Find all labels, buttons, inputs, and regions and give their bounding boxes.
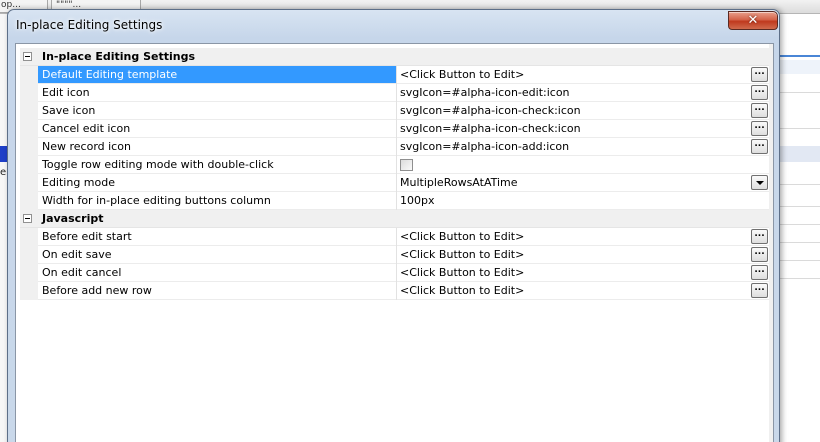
background-right-panel [780,14,820,442]
property-row-cancel-edit-icon[interactable]: Cancel edit icon svgIcon=#alpha-icon-chec… [20,120,769,138]
double-click-toggle-checkbox[interactable] [400,159,413,171]
property-value[interactable]: svgIcon=#alpha-icon-add:icon [400,138,740,155]
dialog-client-area: In-place Editing Settings Default Editing… [15,43,774,442]
property-row-on-edit-save[interactable]: On edit save <Click Button to Edit>... [20,246,769,264]
background-right-line [780,242,820,243]
background-right-line [780,92,820,93]
property-grid: In-place Editing Settings Default Editing… [20,48,769,300]
ellipsis-button[interactable]: ... [751,103,768,118]
column-divider[interactable] [396,66,397,84]
background-right-row [780,146,820,162]
column-divider[interactable] [396,156,397,174]
close-button[interactable]: ✕ [728,11,778,30]
ellipsis-button[interactable]: ... [751,283,768,298]
dialog-titlebar[interactable]: In-place Editing Settings ✕ [8,10,779,38]
property-row-save-icon[interactable]: Save icon svgIcon=#alpha-icon-check:icon.… [20,102,769,120]
property-value[interactable]: <Click Button to Edit> [400,66,740,83]
row-gutter [20,246,38,264]
row-gutter [20,66,38,84]
property-row-editing-mode[interactable]: Editing mode MultipleRowsAtATime [20,174,769,192]
ellipsis-button[interactable]: ... [751,139,768,154]
column-divider[interactable] [396,246,397,264]
background-right-line [780,224,820,225]
property-value[interactable]: MultipleRowsAtATime [400,174,740,191]
property-value[interactable]: svgIcon=#alpha-icon-check:icon [400,102,740,119]
column-divider[interactable] [396,174,397,192]
property-value[interactable]: svgIcon=#alpha-icon-edit:icon [400,84,740,101]
row-gutter [20,102,38,120]
row-gutter [20,156,38,174]
property-name[interactable]: On edit save [38,246,396,263]
dialog-title: In-place Editing Settings [16,18,163,32]
collapse-toggle-icon[interactable] [23,214,32,223]
background-right-row [780,60,820,74]
column-divider[interactable] [396,84,397,102]
ellipsis-button[interactable]: ... [751,229,768,244]
settings-dialog: In-place Editing Settings ✕ In-place Edi… [7,9,780,442]
property-row-edit-icon[interactable]: Edit icon svgIcon=#alpha-icon-edit:icon..… [20,84,769,102]
property-name[interactable]: Width for in-place editing buttons colum… [38,192,396,209]
dropdown-arrow-icon[interactable] [751,175,768,190]
row-gutter [20,138,38,156]
property-row-before-edit-start[interactable]: Before edit start <Click Button to Edit>.… [20,228,769,246]
background-right-line [780,128,820,129]
ellipsis-button[interactable]: ... [751,247,768,262]
property-value[interactable]: <Click Button to Edit> [400,264,740,281]
row-gutter [20,228,38,246]
property-value[interactable]: 100px [400,192,740,209]
vertical-scrollbar[interactable] [769,44,773,442]
ellipsis-button[interactable]: ... [751,85,768,100]
property-name[interactable]: Save icon [38,102,396,119]
column-divider[interactable] [396,138,397,156]
category-title: In-place Editing Settings [42,50,196,63]
category-javascript[interactable]: Javascript [20,210,769,228]
property-value[interactable]: <Click Button to Edit> [400,246,740,263]
property-value[interactable]: <Click Button to Edit> [400,282,740,299]
property-name[interactable]: Toggle row editing mode with double-clic… [38,156,396,173]
row-gutter [20,120,38,138]
row-gutter [20,282,38,300]
collapse-toggle-icon[interactable] [23,52,32,61]
property-name[interactable]: Editing mode [38,174,396,191]
column-divider[interactable] [396,282,397,300]
column-divider[interactable] [396,102,397,120]
column-divider[interactable] [396,192,397,210]
property-name[interactable]: Default Editing template [38,66,396,83]
column-divider[interactable] [396,228,397,246]
ellipsis-button[interactable]: ... [751,67,768,82]
property-value[interactable]: <Click Button to Edit> [400,228,740,245]
ellipsis-button[interactable]: ... [751,121,768,136]
background-right-accent [780,55,820,57]
property-value[interactable]: svgIcon=#alpha-icon-check:icon [400,120,740,137]
row-gutter [20,174,38,192]
background-right-line [780,278,820,279]
property-row-default-editing-template[interactable]: Default Editing template <Click Button to… [20,66,769,84]
property-name[interactable]: Cancel edit icon [38,120,396,137]
property-row-new-record-icon[interactable]: New record icon svgIcon=#alpha-icon-add:i… [20,138,769,156]
property-name[interactable]: Before add new row [38,282,396,299]
close-icon: ✕ [747,13,759,28]
property-name[interactable]: New record icon [38,138,396,155]
column-divider[interactable] [396,264,397,282]
ellipsis-button[interactable]: ... [751,265,768,280]
background-right-line [780,206,820,207]
category-in-place-editing-settings[interactable]: In-place Editing Settings [20,48,769,66]
property-name[interactable]: Edit icon [38,84,396,101]
property-row-width-for-in-place-editing-buttons-column[interactable]: Width for in-place editing buttons colum… [20,192,769,210]
background-right-line [780,184,820,185]
row-gutter [20,264,38,282]
property-name[interactable]: On edit cancel [38,264,396,281]
property-row-on-edit-cancel[interactable]: On edit cancel <Click Button to Edit>... [20,264,769,282]
property-name[interactable]: Before edit start [38,228,396,245]
row-gutter [20,192,38,210]
row-gutter [20,84,38,102]
category-title: Javascript [42,212,104,225]
column-divider[interactable] [396,120,397,138]
property-row-toggle-row-editing-mode-with-double-click[interactable]: Toggle row editing mode with double-clic… [20,156,769,174]
background-right-line [780,260,820,261]
property-row-before-add-new-row[interactable]: Before add new row <Click Button to Edit>… [20,282,769,300]
